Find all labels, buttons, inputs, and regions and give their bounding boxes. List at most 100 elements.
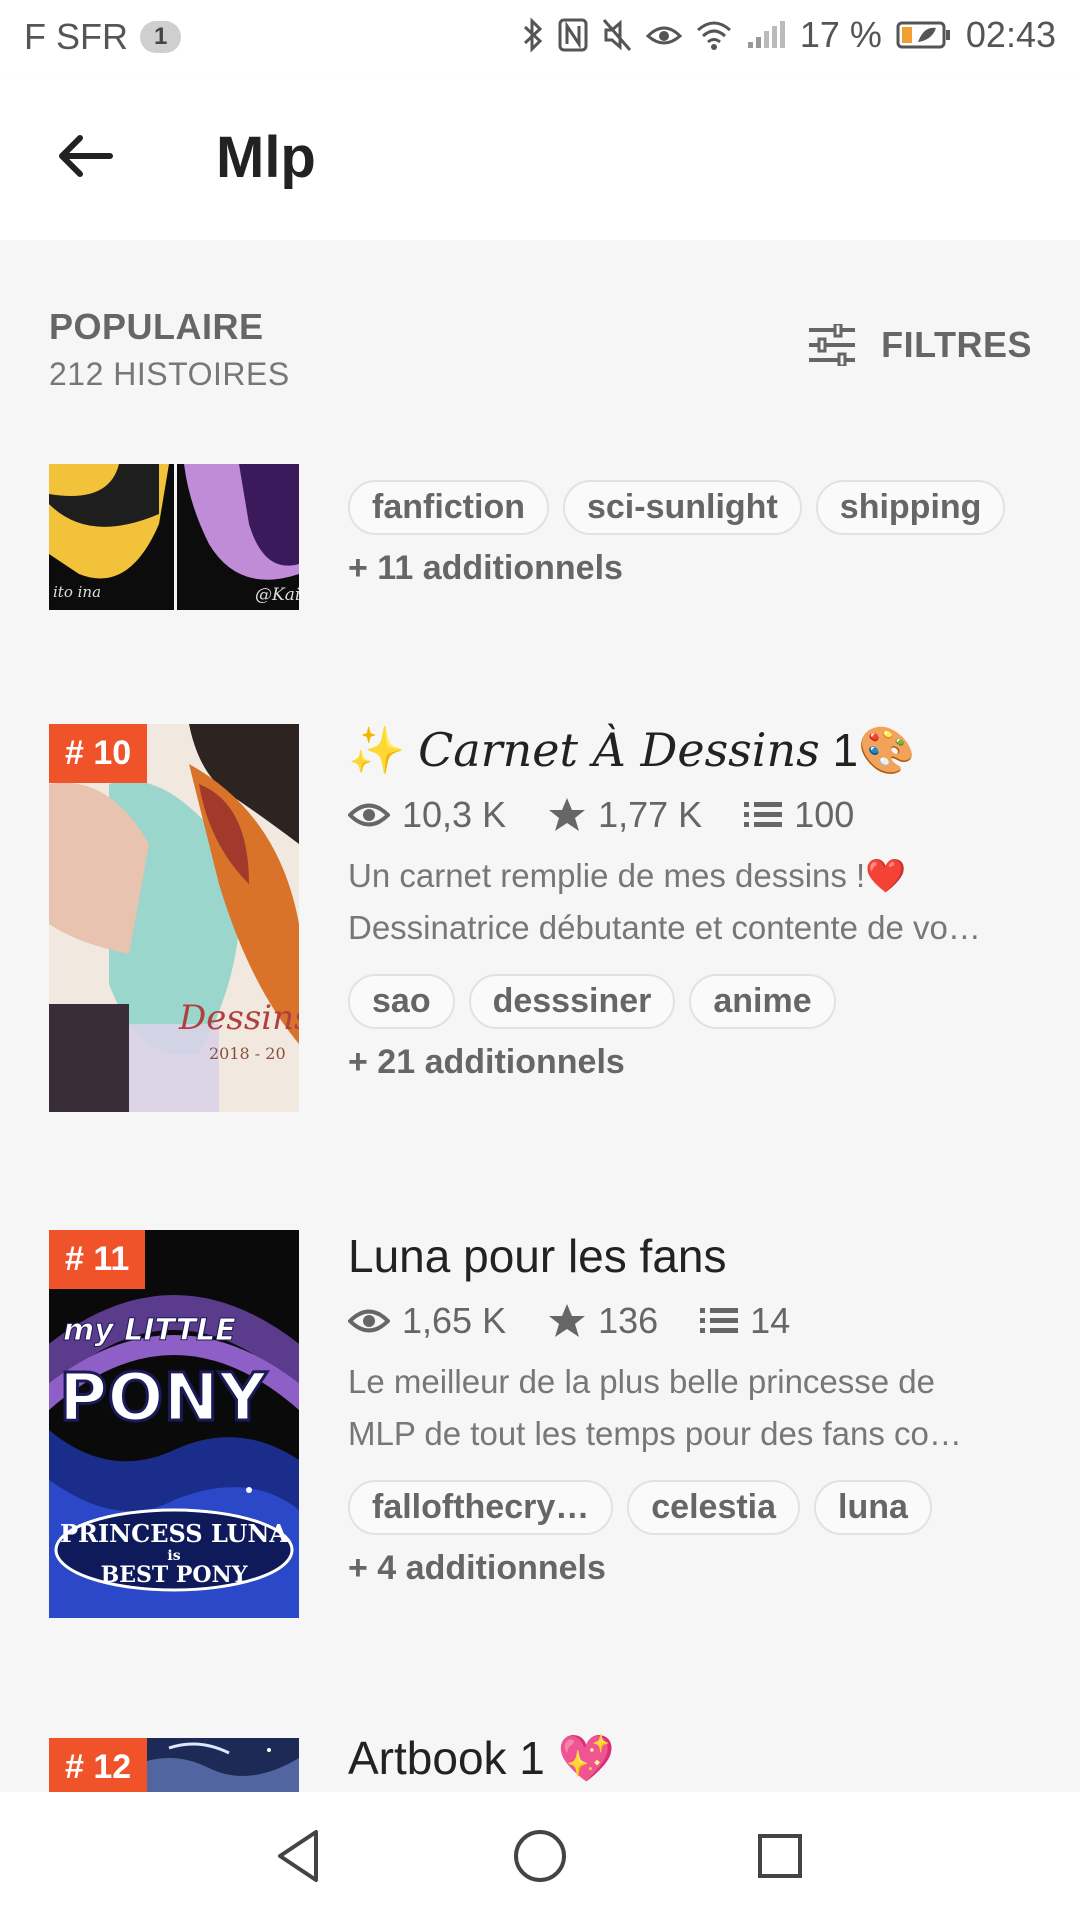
story-stats: 10,3 K 1,77 K 100 [348, 790, 1040, 840]
tag-chip[interactable]: sci-sunlight [562, 480, 802, 535]
parts-count: 14 [750, 1300, 791, 1341]
app-bar: Mlp [0, 76, 1080, 240]
list-icon [744, 802, 783, 827]
tag-chip[interactable]: fallofthecry… [348, 1480, 614, 1535]
votes-stat: 136 [548, 1300, 658, 1342]
story-info: Luna pour les fans 1,65 K 136 14 Le meil… [348, 1226, 1040, 1588]
description-line: Un carnet remplie de mes dessins !❤️ [348, 857, 907, 894]
nav-back-button[interactable] [268, 1824, 332, 1888]
rank-badge: # 10 [49, 724, 148, 783]
title-sparkle: ✨ [348, 724, 406, 776]
filter-sliders-icon [809, 324, 856, 366]
story-cover: my LITTLE PONY PRINCESS LUNA is BEST PON… [49, 1230, 299, 1618]
tag-chip[interactable]: fanfiction [348, 480, 549, 535]
story-row[interactable]: Dessins 2018 - 20 # 10 ✨ Carnet À Dessin… [0, 676, 1080, 1184]
clock: 02:43 [965, 14, 1056, 55]
nav-home-button[interactable] [508, 1824, 572, 1888]
title-script: Carnet À Dessins [418, 723, 820, 777]
more-tags-link[interactable]: + 21 additionnels [348, 1043, 1040, 1082]
votes-count: 1,77 K [598, 794, 703, 835]
star-icon [549, 1304, 586, 1337]
more-tags-link[interactable]: + 4 additionnels [348, 1549, 1040, 1588]
parts-stat: 14 [700, 1300, 790, 1342]
story-description: Le meilleur de la plus belle princesse d… [348, 1356, 1038, 1460]
cover-year-text: 2018 - 20 [209, 1044, 286, 1063]
battery-icon [896, 21, 950, 49]
triangle-back-icon [278, 1830, 318, 1882]
sort-label: POPULAIRE [49, 306, 264, 347]
reads-stat: 10,3 K [348, 794, 506, 836]
circle-home-icon [514, 1830, 566, 1882]
tag-list: fanfiction sci-sunlight shipping [348, 480, 1040, 535]
reads-count: 1,65 K [402, 1300, 507, 1341]
eye-comfort-icon [645, 26, 682, 45]
nav-recents-button[interactable] [748, 1824, 812, 1888]
cover-title-text: Dessins [178, 998, 299, 1038]
eye-icon [348, 1309, 390, 1333]
description-line: MLP de tout les temps pour des fans co… [348, 1415, 962, 1452]
rank-badge: # 12 [49, 1738, 148, 1792]
logo-text: BEST PONY [101, 1562, 248, 1588]
system-nav-bar [0, 1792, 1080, 1920]
tag-list: sao desssiner anime [348, 974, 1040, 1029]
logo-text: PRINCESS LUNA [60, 1519, 288, 1548]
rank-badge: # 11 [49, 1230, 146, 1289]
status-right: 17 % 02:43 [522, 14, 1056, 56]
description-line: Le meilleur de la plus belle princesse d… [348, 1363, 936, 1400]
parts-stat: 100 [744, 794, 854, 836]
title-suffix: 1🎨 [832, 724, 916, 776]
story-count: 212 HISTOIRES [49, 356, 290, 392]
bluetooth-icon [523, 17, 543, 53]
story-cover: # 12 [49, 1738, 299, 1792]
wifi-icon [696, 21, 731, 50]
filters-button[interactable]: FILTRES [807, 324, 1032, 366]
cover-signature: ito ina [53, 583, 101, 601]
story-row[interactable]: # 12 Artbook 1 💖 [0, 1688, 1080, 1792]
story-info: ✨ Carnet À Dessins 1🎨 10,3 K 1,77 K 100 … [348, 720, 1040, 1082]
battery-percent: 17 % [799, 14, 882, 55]
story-title[interactable]: Artbook 1 💖 [348, 1728, 1040, 1788]
status-left: F SFR 1 [24, 16, 182, 58]
tag-chip[interactable]: desssiner [468, 974, 676, 1029]
story-row[interactable]: my LITTLE PONY PRINCESS LUNA is BEST PON… [0, 1182, 1080, 1690]
tag-chip[interactable]: anime [689, 974, 836, 1029]
cover-image: ito ina @Kai [49, 464, 299, 610]
votes-count: 136 [598, 1300, 659, 1341]
story-cover: Dessins 2018 - 20 # 10 [49, 724, 299, 1112]
sim-badge: 1 [140, 21, 182, 53]
logo-text: PONY [59, 1359, 268, 1436]
tag-chip[interactable]: sao [348, 974, 455, 1029]
arrow-left-icon [59, 135, 113, 177]
mute-icon [602, 19, 631, 51]
reads-count: 10,3 K [402, 794, 507, 835]
votes-stat: 1,77 K [548, 794, 702, 836]
story-title[interactable]: ✨ Carnet À Dessins 1🎨 [348, 720, 1040, 780]
page-title: Mlp [216, 125, 316, 190]
description-line: Dessinatrice débutante et contente de vo… [348, 909, 981, 946]
square-recents-icon [758, 1834, 802, 1878]
status-bar: F SFR 1 17 % 02:43 [0, 0, 1080, 76]
story-row[interactable]: ito ina @Kai fanfiction sci-sunlight shi… [0, 420, 1080, 678]
list-header: POPULAIRE 212 HISTOIRES FILTRES [0, 240, 1080, 420]
logo-text: my LITTLE [63, 1313, 236, 1348]
more-tags-link[interactable]: + 11 additionnels [348, 549, 1040, 588]
story-stats: 1,65 K 136 14 [348, 1296, 1040, 1346]
story-cover: ito ina @Kai [49, 464, 299, 610]
cover-signature: @Kai [255, 585, 299, 605]
parts-count: 100 [794, 794, 855, 835]
tag-chip[interactable]: shipping [815, 480, 1006, 535]
story-description: Un carnet remplie de mes dessins !❤️ Des… [348, 850, 1038, 954]
star-icon [549, 798, 586, 831]
story-info: fanfiction sci-sunlight shipping + 11 ad… [348, 480, 1040, 588]
carrier-label: F SFR [24, 16, 128, 57]
story-info: Artbook 1 💖 [348, 1728, 1040, 1788]
story-title[interactable]: Luna pour les fans [348, 1226, 1040, 1286]
back-button[interactable] [50, 126, 120, 186]
nfc-icon [558, 18, 588, 52]
tag-list: fallofthecry… celestia luna [348, 1480, 1040, 1535]
reads-stat: 1,65 K [348, 1300, 506, 1342]
tag-chip[interactable]: luna [814, 1480, 932, 1535]
signal-icon [747, 21, 785, 48]
eye-icon [348, 803, 390, 827]
tag-chip[interactable]: celestia [627, 1480, 801, 1535]
